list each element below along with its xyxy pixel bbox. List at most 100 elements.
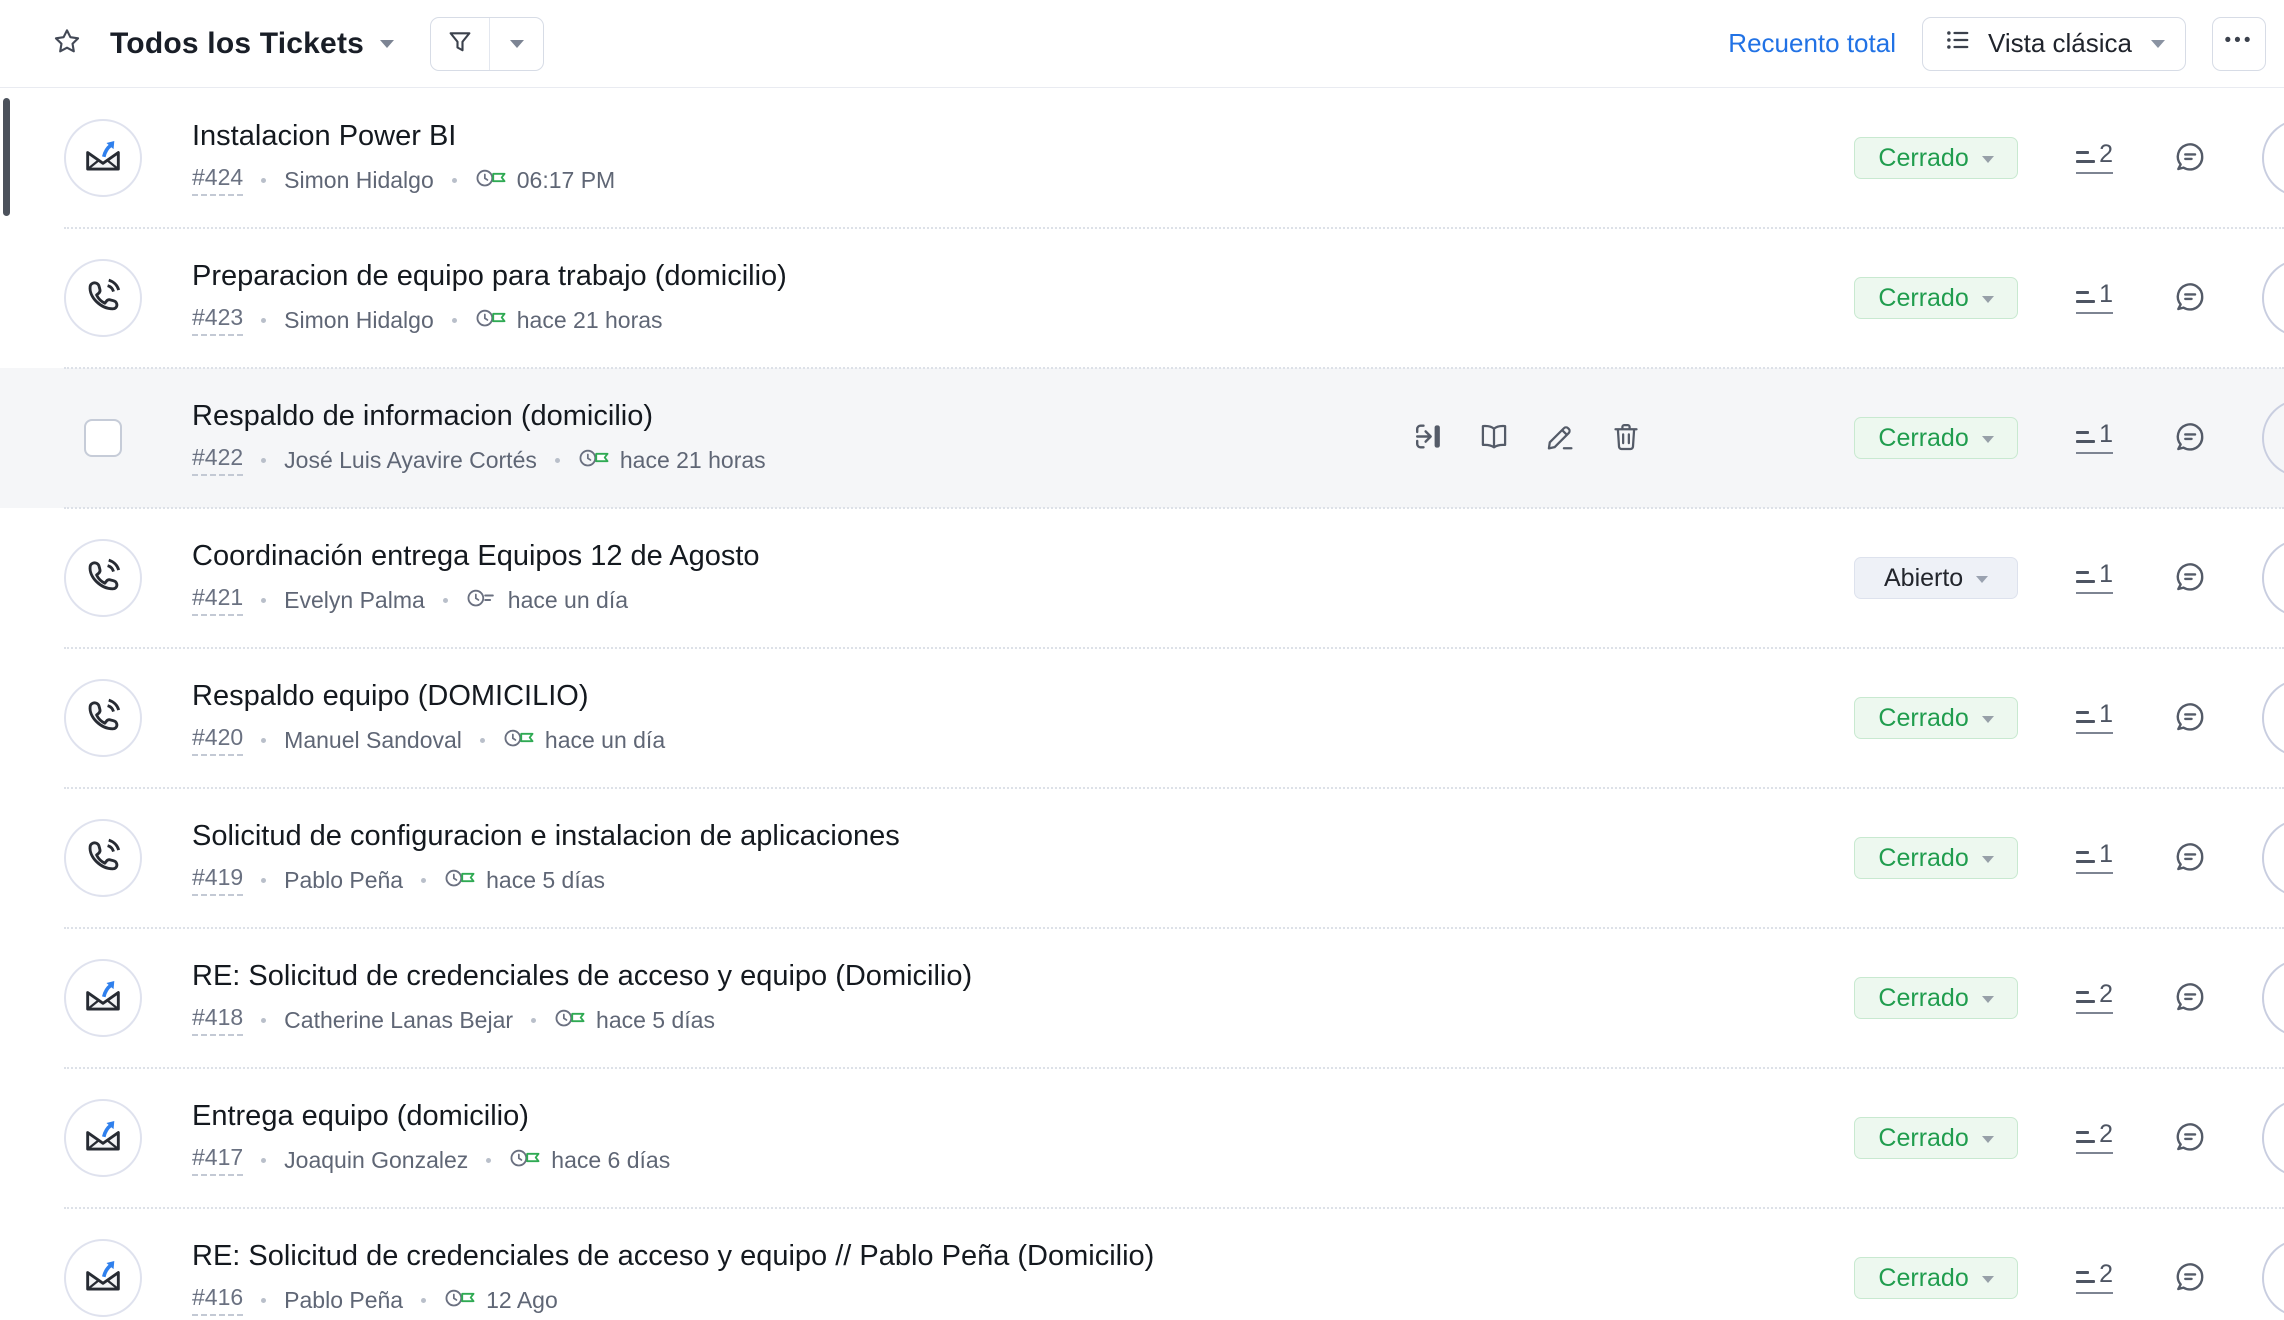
status-badge[interactable]: Cerrado: [1854, 697, 2018, 739]
assignee-avatar[interactable]: [2262, 259, 2284, 337]
ticket-title[interactable]: Preparacion de equipo para trabajo (domi…: [192, 260, 787, 293]
ticket-row-right: Cerrado 1: [1854, 837, 2209, 879]
ticket-id[interactable]: #418: [192, 1004, 243, 1036]
ticket-title[interactable]: RE: Solicitud de credenciales de acceso …: [192, 1240, 1154, 1273]
thread-count-icon: [2076, 571, 2095, 587]
view-selector-dropdown[interactable]: [380, 40, 394, 48]
assignee-avatar[interactable]: [2262, 399, 2284, 477]
ticket-title[interactable]: Instalacion Power BI: [192, 120, 615, 153]
ticket-row[interactable]: Coordinación entrega Equipos 12 de Agost…: [0, 508, 2284, 648]
status-badge[interactable]: Cerrado: [1854, 137, 2018, 179]
ticket-id[interactable]: #417: [192, 1144, 243, 1176]
ticket-row[interactable]: Respaldo equipo (DOMICILIO) #420 Manuel …: [0, 648, 2284, 788]
thread-count[interactable]: 1: [2076, 282, 2113, 314]
channel-avatar: [64, 1239, 142, 1317]
ticket-row-right: Cerrado 1: [1854, 417, 2209, 459]
ticket-title[interactable]: Coordinación entrega Equipos 12 de Agost…: [192, 540, 760, 573]
ticket-title[interactable]: Entrega equipo (domicilio): [192, 1100, 670, 1133]
thread-count[interactable]: 2: [2076, 142, 2113, 174]
status-badge[interactable]: Abierto: [1854, 557, 2018, 599]
ticket-time-label: hace 21 horas: [517, 307, 663, 334]
assignee-avatar[interactable]: [2262, 119, 2284, 197]
ticket-row[interactable]: Instalacion Power BI #424 Simon Hidalgo: [0, 88, 2284, 228]
ticket-time: hace un día: [466, 585, 628, 616]
chevron-down-icon: [510, 40, 524, 48]
assignee-avatar[interactable]: [2262, 1239, 2284, 1317]
thread-count[interactable]: 2: [2076, 982, 2113, 1014]
ticket-id[interactable]: #420: [192, 724, 243, 756]
ticket-row[interactable]: Entrega equipo (domicilio) #417 Joaquin …: [0, 1068, 2284, 1208]
total-count-link[interactable]: Recuento total: [1728, 28, 1896, 59]
add-comment-button[interactable]: [2171, 838, 2209, 879]
page-title: Todos los Tickets: [110, 27, 364, 61]
dot-separator: [261, 1298, 266, 1303]
ticket-row[interactable]: Preparacion de equipo para trabajo (domi…: [0, 228, 2284, 368]
status-label: Cerrado: [1878, 144, 1968, 173]
ticket-row[interactable]: Respaldo de informacion (domicilio) #422…: [0, 368, 2284, 508]
read-article-button[interactable]: [1476, 419, 1512, 458]
edit-button[interactable]: [1542, 419, 1578, 458]
ticket-title[interactable]: Solicitud de configuracion e instalacion…: [192, 820, 900, 853]
add-comment-button[interactable]: [2171, 978, 2209, 1019]
add-comment-button[interactable]: [2171, 698, 2209, 739]
channel-avatar-slot: [64, 259, 142, 337]
status-badge[interactable]: Cerrado: [1854, 277, 2018, 319]
chevron-down-icon: [1976, 576, 1988, 583]
open-in-panel-button[interactable]: [1410, 419, 1446, 458]
ticket-id[interactable]: #416: [192, 1284, 243, 1316]
status-badge[interactable]: Cerrado: [1854, 837, 2018, 879]
assignee-avatar[interactable]: [2262, 819, 2284, 897]
assignee-avatar[interactable]: [2262, 539, 2284, 617]
ticket-row[interactable]: RE: Solicitud de credenciales de acceso …: [0, 1208, 2284, 1320]
assignee-avatar[interactable]: [2262, 1099, 2284, 1177]
ticket-id[interactable]: #423: [192, 304, 243, 336]
thread-count-icon: [2076, 291, 2095, 307]
channel-avatar: [64, 1099, 142, 1177]
ticket-summary: Respaldo de informacion (domicilio) #422…: [192, 400, 766, 476]
filter-button[interactable]: [431, 18, 489, 70]
status-badge[interactable]: Cerrado: [1854, 1257, 2018, 1299]
assignee-avatar[interactable]: [2262, 959, 2284, 1037]
add-comment-button[interactable]: [2171, 418, 2209, 459]
status-badge[interactable]: Cerrado: [1854, 977, 2018, 1019]
ticket-id[interactable]: #422: [192, 444, 243, 476]
thread-count[interactable]: 1: [2076, 702, 2113, 734]
thread-count[interactable]: 2: [2076, 1262, 2113, 1294]
thread-count[interactable]: 1: [2076, 422, 2113, 454]
add-comment-button[interactable]: [2171, 278, 2209, 319]
row-checkbox[interactable]: [84, 419, 122, 457]
ticket-id[interactable]: #419: [192, 864, 243, 896]
thread-count-value: 2: [2099, 982, 2113, 1007]
filter-dropdown-button[interactable]: [489, 18, 543, 70]
add-comment-button[interactable]: [2171, 1258, 2209, 1299]
view-mode-button[interactable]: Vista clásica: [1922, 17, 2186, 71]
ticket-requester: Joaquin Gonzalez: [284, 1147, 468, 1174]
dot-separator: [480, 738, 485, 743]
thread-count[interactable]: 2: [2076, 1122, 2113, 1154]
thread-count[interactable]: 1: [2076, 842, 2113, 874]
ticket-row[interactable]: RE: Solicitud de credenciales de acceso …: [0, 928, 2284, 1068]
ticket-row[interactable]: Solicitud de configuracion e instalacion…: [0, 788, 2284, 928]
add-comment-button[interactable]: [2171, 138, 2209, 179]
dot-separator: [421, 1298, 426, 1303]
ticket-title[interactable]: Respaldo de informacion (domicilio): [192, 400, 766, 433]
status-badge[interactable]: Cerrado: [1854, 417, 2018, 459]
status-badge[interactable]: Cerrado: [1854, 1117, 2018, 1159]
thread-count[interactable]: 1: [2076, 562, 2113, 594]
comment-icon: [2171, 558, 2209, 599]
assignee-avatar[interactable]: [2262, 679, 2284, 757]
delete-button[interactable]: [1608, 419, 1644, 458]
clock-sla-icon: [444, 865, 476, 896]
ticket-title[interactable]: RE: Solicitud de credenciales de acceso …: [192, 960, 972, 993]
chevron-down-icon: [1982, 1136, 1994, 1143]
ticket-title[interactable]: Respaldo equipo (DOMICILIO): [192, 680, 665, 713]
ticket-id[interactable]: #421: [192, 584, 243, 616]
comment-icon: [2171, 838, 2209, 879]
ticket-id[interactable]: #424: [192, 164, 243, 196]
more-options-button[interactable]: •••: [2212, 17, 2266, 71]
add-comment-button[interactable]: [2171, 558, 2209, 599]
ticket-time: hace un día: [503, 725, 665, 756]
status-label: Cerrado: [1878, 844, 1968, 873]
add-comment-button[interactable]: [2171, 1118, 2209, 1159]
favorite-star-button[interactable]: [50, 25, 84, 62]
